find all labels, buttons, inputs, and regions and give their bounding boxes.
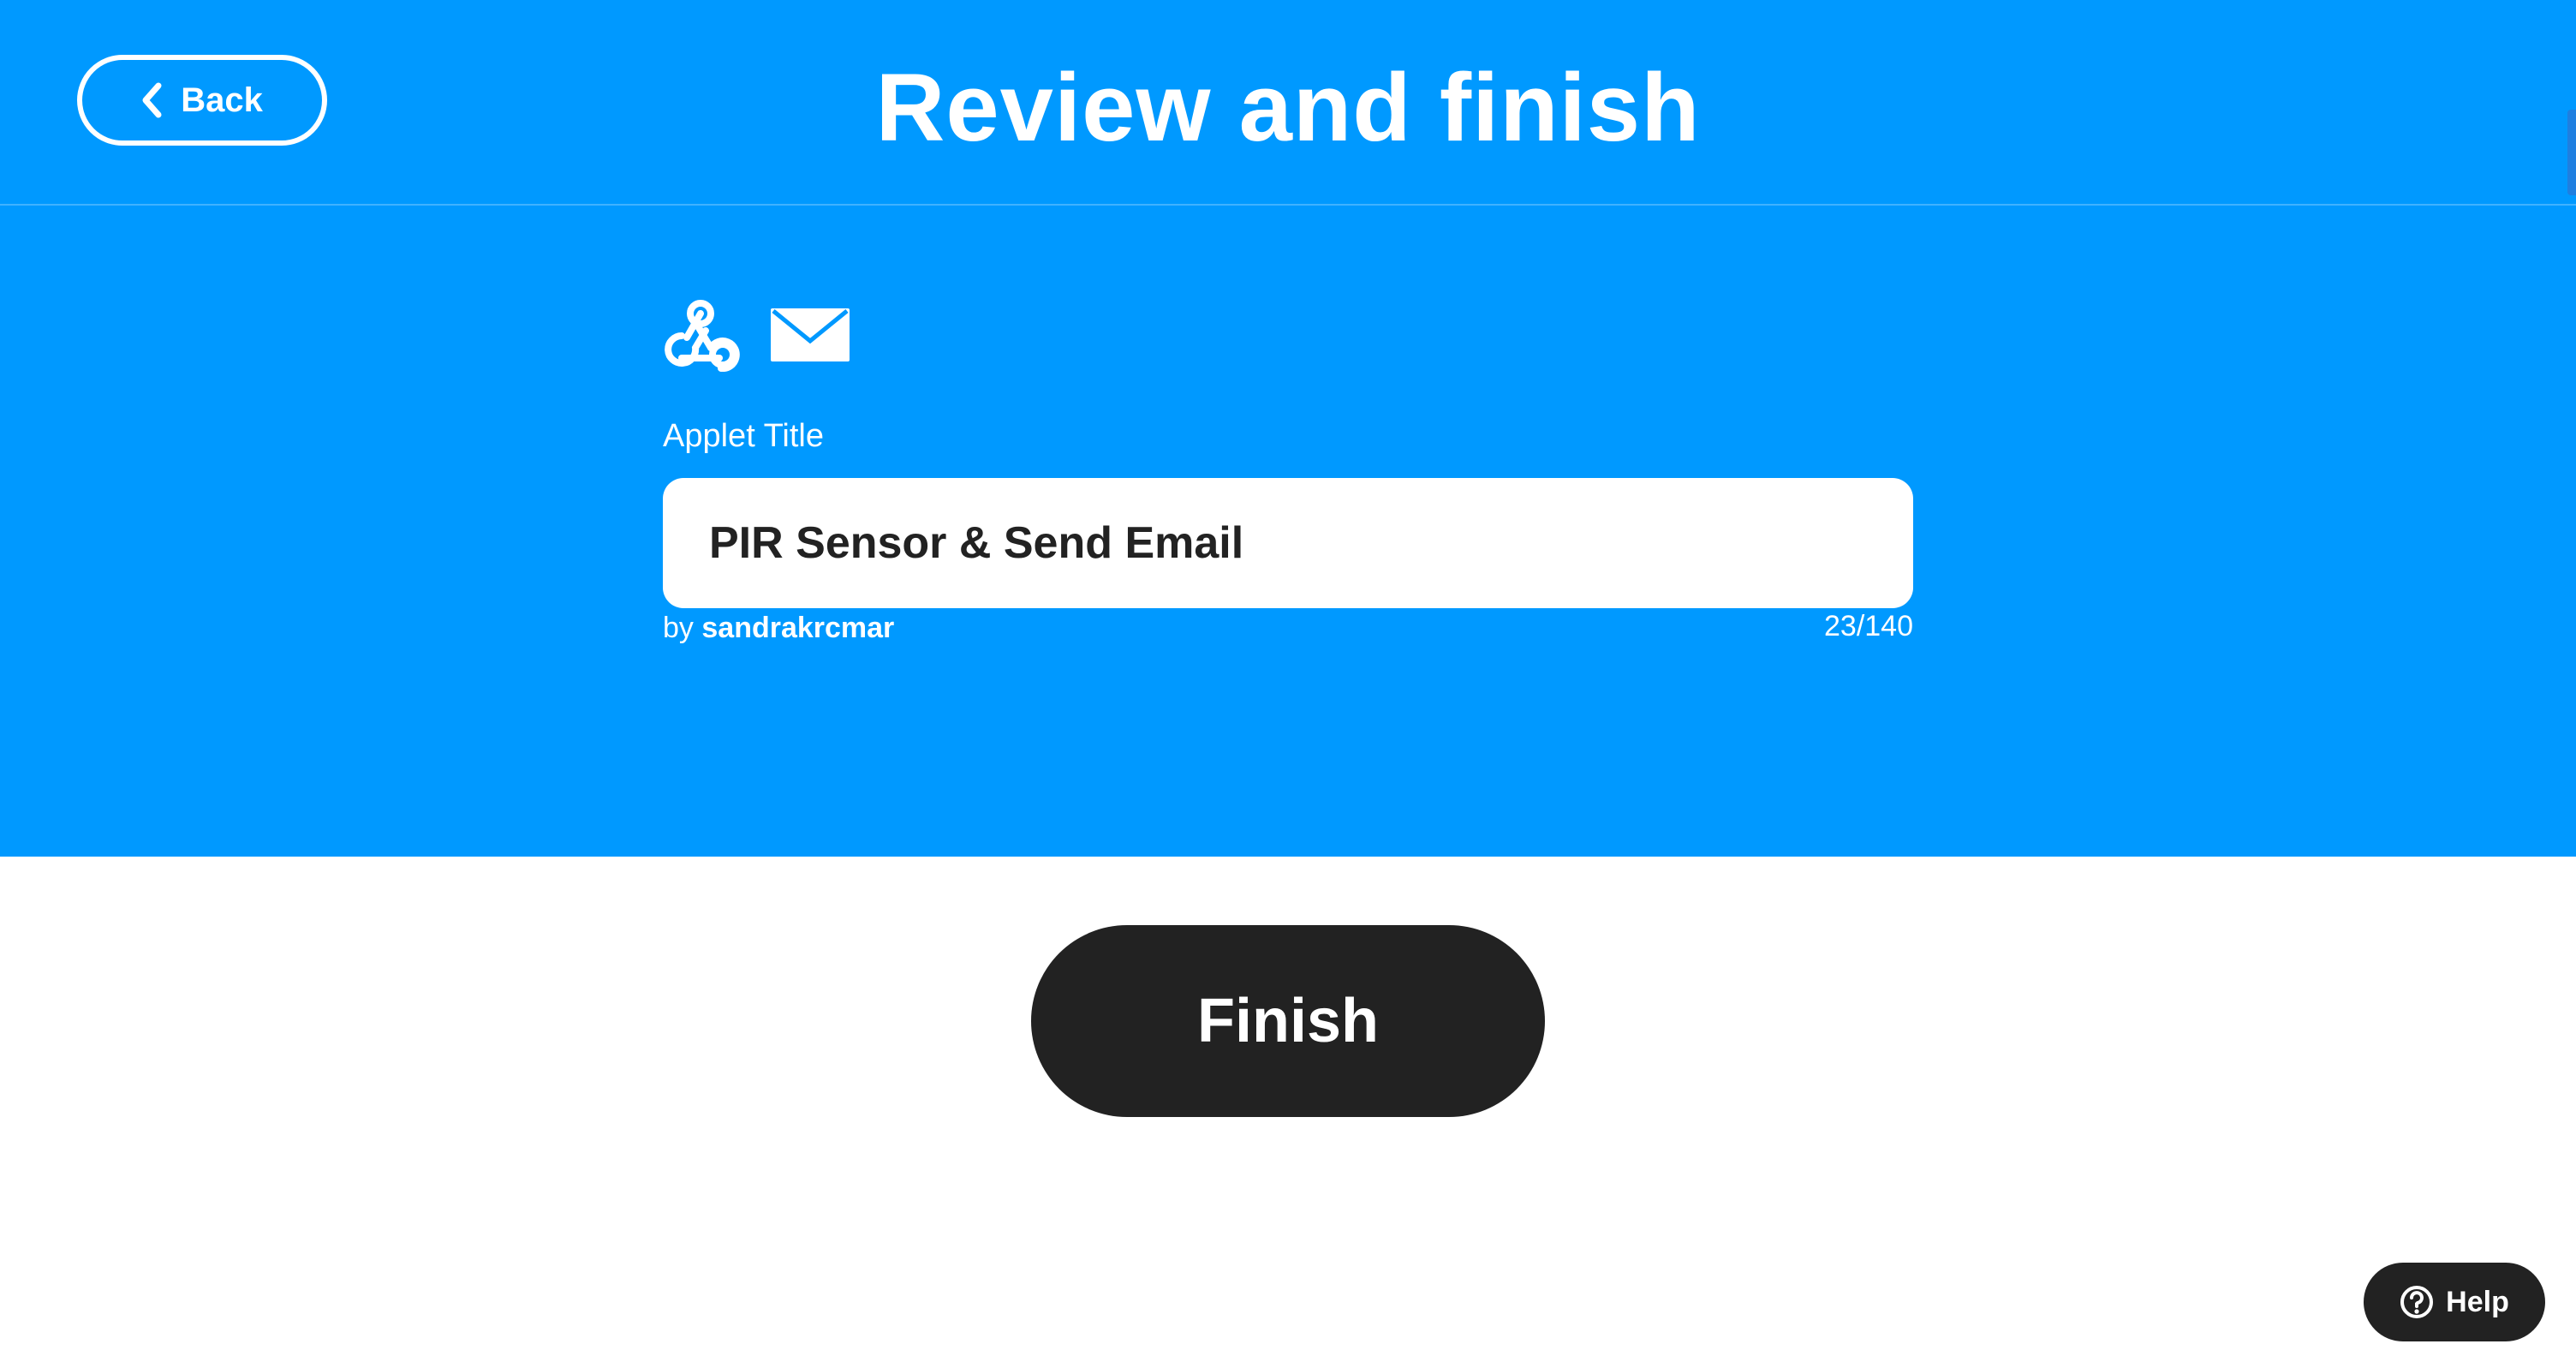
help-button[interactable]: Help — [2364, 1263, 2545, 1341]
help-button-label: Help — [2446, 1285, 2509, 1318]
finish-button-label: Finish — [1197, 987, 1379, 1055]
finish-button[interactable]: Finish — [1031, 925, 1545, 1117]
service-icons — [661, 298, 850, 372]
email-icon — [771, 308, 850, 361]
author-name: sandrakrcmar — [701, 612, 895, 644]
webhooks-icon — [665, 300, 740, 372]
author-byline: by sandrakrcmar — [663, 612, 894, 645]
applet-title-label: Applet Title — [663, 418, 824, 454]
page-title: Review and finish — [875, 54, 1701, 161]
character-count: 23/140 — [1824, 610, 1913, 642]
applet-review-panel: Applet Title by sandrakrcmar 23/140 — [0, 206, 2576, 857]
applet-title-input[interactable] — [663, 478, 1913, 608]
help-circle-icon — [2400, 1286, 2434, 1318]
header-bar: Back Review and finish — [0, 0, 2576, 206]
scrollbar-thumb[interactable] — [2567, 110, 2576, 195]
byline-prefix: by — [663, 612, 694, 644]
